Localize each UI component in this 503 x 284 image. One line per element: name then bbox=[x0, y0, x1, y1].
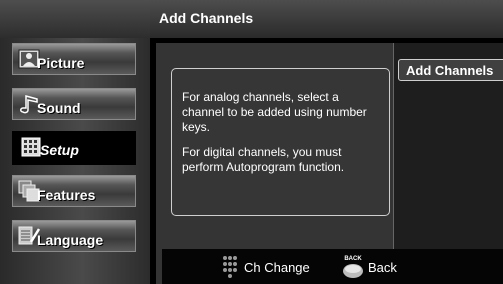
back-button-icon: BACK bbox=[343, 256, 363, 278]
options-column: Add Channels bbox=[393, 43, 503, 284]
back-hint: BACK Back bbox=[162, 249, 503, 284]
sidebar-header bbox=[0, 0, 150, 38]
info-box: For analog channels, select a channel to… bbox=[171, 68, 390, 216]
hint-bar: Ch Change BACK Back bbox=[162, 249, 503, 284]
content-panel: For analog channels, select a channel to… bbox=[150, 38, 503, 284]
sidebar-item-label: Picture bbox=[37, 55, 85, 71]
sidebar: Picture Sound Setup Features Language bbox=[0, 0, 150, 284]
sidebar-item-label: Language bbox=[37, 232, 104, 248]
sidebar-item-language[interactable]: Language bbox=[12, 220, 136, 252]
back-key-text: BACK bbox=[344, 256, 362, 262]
sidebar-item-sound[interactable]: Sound bbox=[12, 88, 136, 120]
sidebar-item-picture[interactable]: Picture bbox=[12, 43, 136, 75]
info-text-analog: For analog channels, select a channel to… bbox=[182, 90, 367, 134]
sidebar-item-label: Sound bbox=[37, 100, 81, 116]
sidebar-item-features[interactable]: Features bbox=[12, 175, 136, 207]
sidebar-item-label: Setup bbox=[40, 142, 79, 158]
sidebar-item-label: Features bbox=[37, 187, 96, 203]
info-text-digital: For digital channels, you must perform A… bbox=[182, 145, 345, 174]
add-channels-button[interactable]: Add Channels bbox=[398, 59, 503, 81]
info-area: For analog channels, select a channel to… bbox=[156, 43, 393, 284]
back-label: Back bbox=[368, 260, 397, 275]
page-title: Add Channels bbox=[159, 10, 254, 26]
sidebar-item-setup[interactable]: Setup bbox=[12, 131, 136, 165]
page-header: Add Channels bbox=[150, 0, 503, 38]
